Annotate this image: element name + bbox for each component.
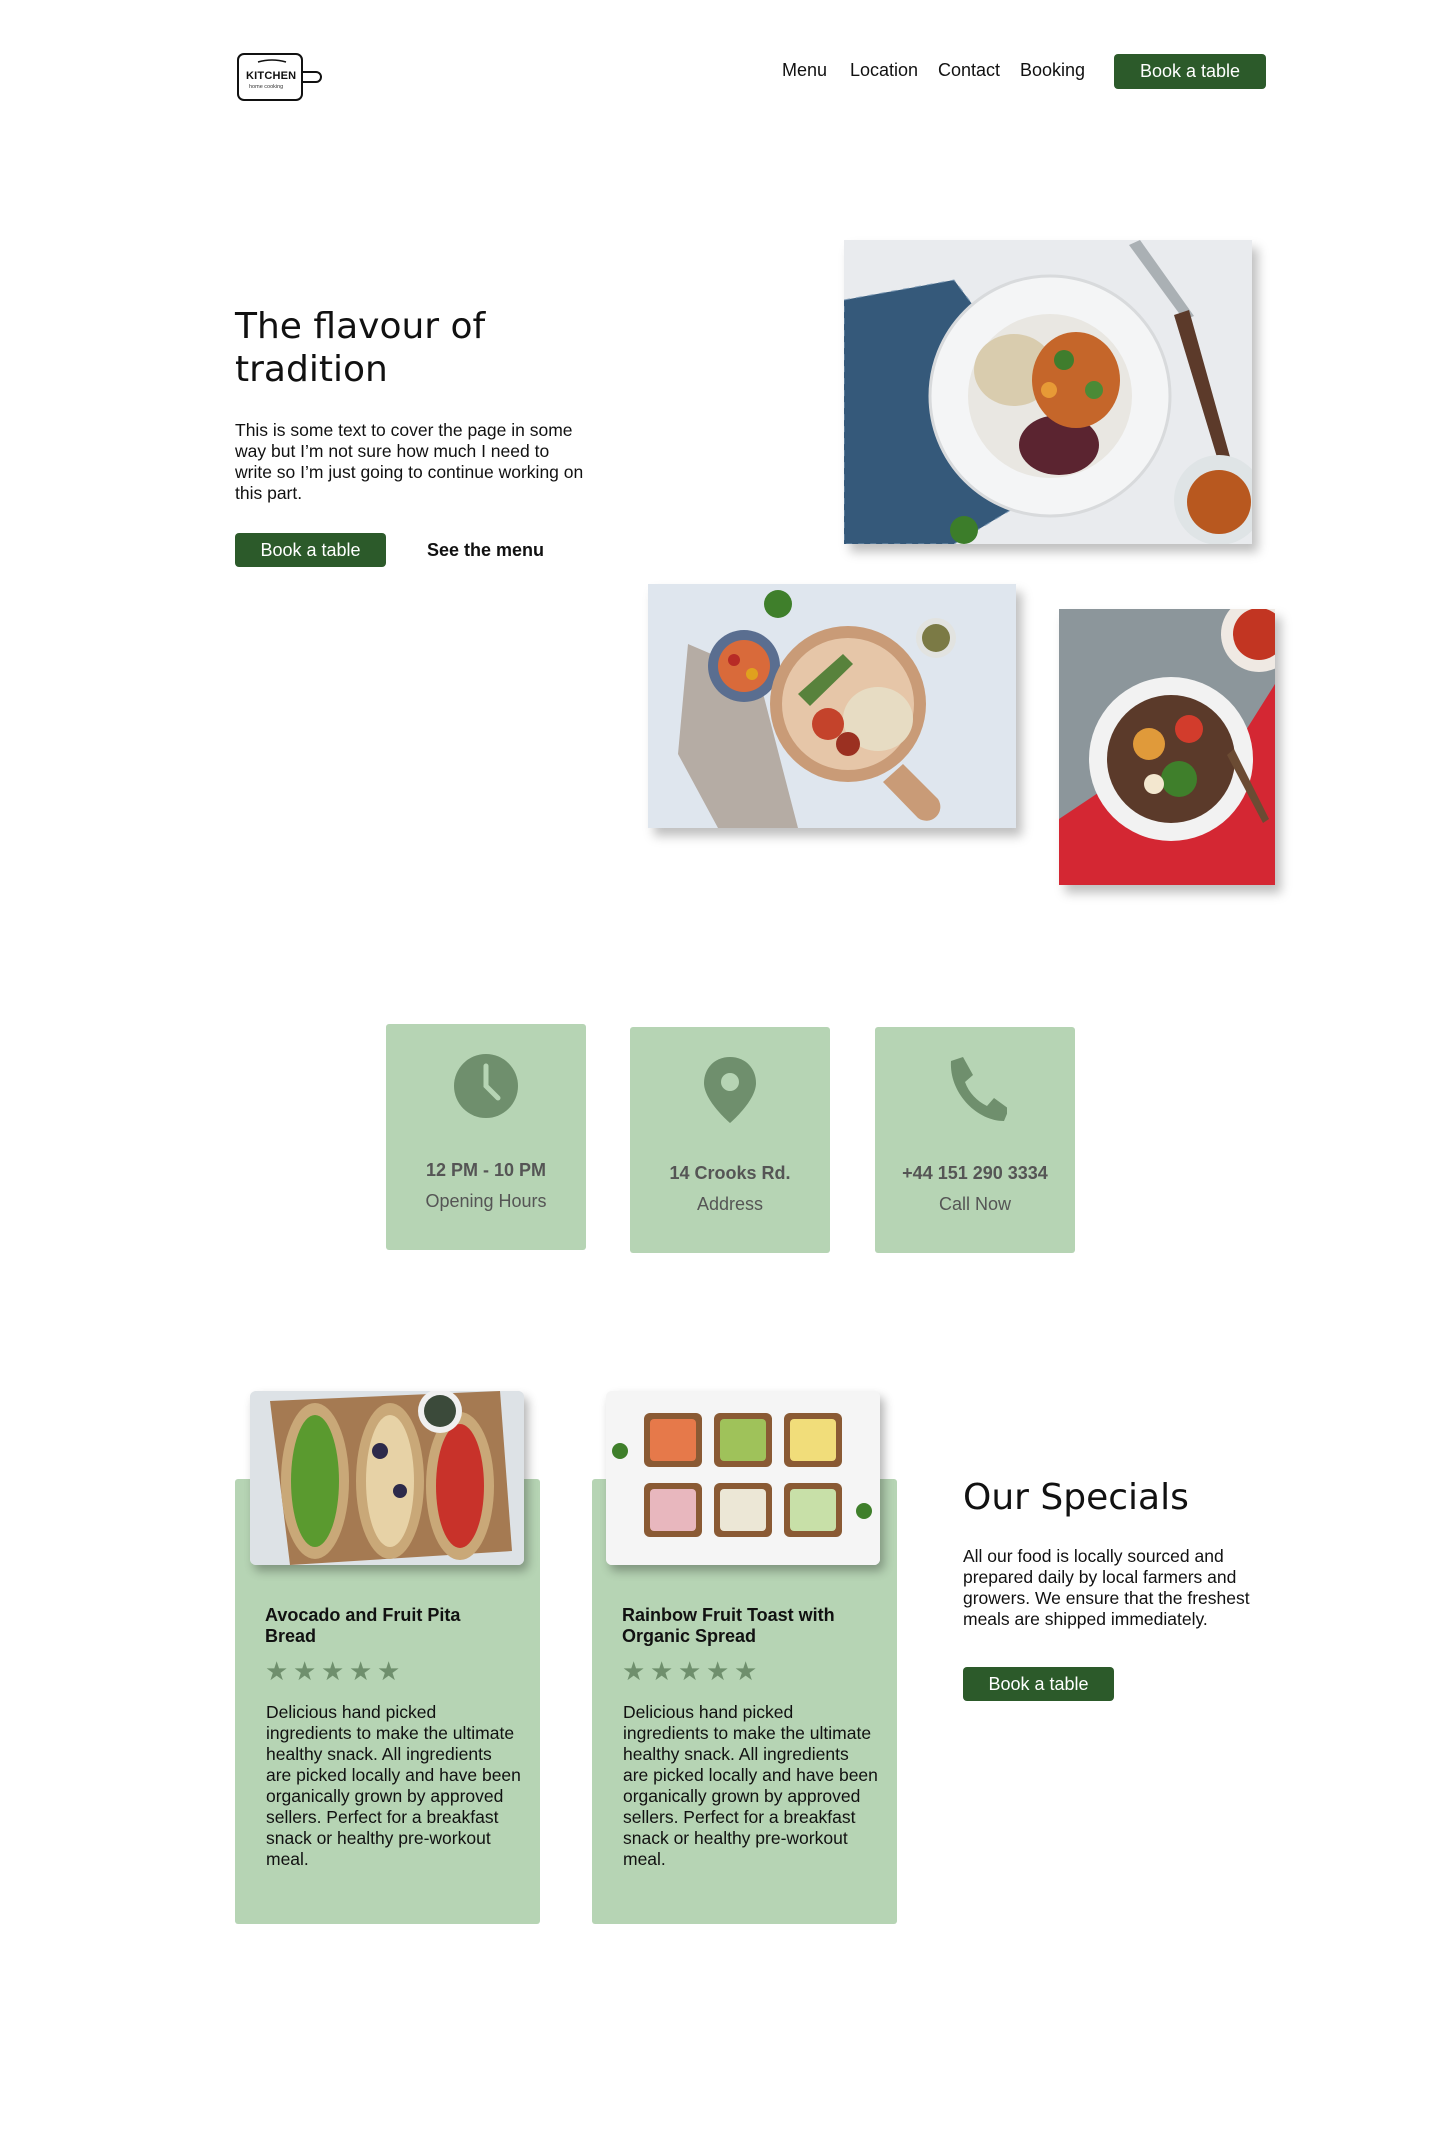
star-icon: ★ [706, 1656, 730, 1686]
hero-book-table-button[interactable]: Book a table [235, 533, 386, 567]
nav-booking[interactable]: Booking [1020, 60, 1085, 81]
star-rating: ★ ★ ★ ★ ★ [265, 1656, 401, 1686]
call-card[interactable]: +44 151 290 3334 Call Now [875, 1027, 1075, 1253]
specials-title: Our Specials [963, 1477, 1189, 1518]
hero-photo-plate-beans [648, 584, 1016, 828]
star-rating: ★ ★ ★ ★ ★ [622, 1656, 758, 1686]
specials-text: All our food is locally sourced and prep… [963, 1546, 1250, 1629]
special-photo-avocado [250, 1391, 524, 1565]
logo-text: KITCHEN [246, 70, 297, 82]
phone-number[interactable]: +44 151 290 3334 [875, 1163, 1075, 1184]
star-icon: ★ [377, 1656, 401, 1686]
kitchen-logo[interactable]: KITCHEN home cooking [236, 52, 332, 104]
hero-title: The flavour of tradition [235, 306, 486, 390]
special-card-title: Rainbow Fruit Toast with Organic Spread [622, 1605, 835, 1646]
phone-icon [950, 1057, 1007, 1121]
hero-text: This is some text to cover the page in s… [235, 420, 584, 503]
star-icon: ★ [622, 1656, 646, 1686]
opening-hours-card: 12 PM - 10 PM Opening Hours [386, 1024, 586, 1250]
clock-icon [454, 1054, 518, 1118]
star-icon: ★ [734, 1656, 758, 1686]
special-photo-rainbow-toast [606, 1391, 880, 1565]
special-card-title: Avocado and Fruit Pita Bread [265, 1605, 461, 1646]
star-icon: ★ [293, 1656, 317, 1686]
nav-menu[interactable]: Menu [782, 60, 827, 81]
star-icon: ★ [265, 1656, 289, 1686]
see-menu-link[interactable]: See the menu [427, 540, 544, 561]
logo-subtext: home cooking [249, 84, 284, 90]
star-icon: ★ [349, 1656, 373, 1686]
address-card: 14 Crooks Rd. Address [630, 1027, 830, 1253]
nav-book-table-button[interactable]: Book a table [1114, 54, 1266, 89]
nav-location[interactable]: Location [850, 60, 918, 81]
hero-photo-rice-bowl [844, 240, 1252, 544]
special-card-text: Delicious hand picked ingredients to mak… [266, 1702, 521, 1869]
address-value: 14 Crooks Rd. [669, 1163, 791, 1183]
star-icon: ★ [678, 1656, 702, 1686]
special-card-text: Delicious hand picked ingredients to mak… [623, 1702, 878, 1869]
opening-hours-value: 12 PM - 10 PM [425, 1160, 547, 1180]
nav-contact[interactable]: Contact [938, 60, 1000, 81]
call-now-label[interactable]: Call Now [875, 1194, 1075, 1215]
specials-book-table-button[interactable]: Book a table [963, 1667, 1114, 1701]
address-label: Address [696, 1194, 764, 1214]
location-pin-icon [704, 1057, 756, 1123]
opening-hours-label: Opening Hours [425, 1191, 547, 1211]
star-icon: ★ [650, 1656, 674, 1686]
hero-photo-roast-veg-bowl [1059, 609, 1275, 885]
star-icon: ★ [321, 1656, 345, 1686]
